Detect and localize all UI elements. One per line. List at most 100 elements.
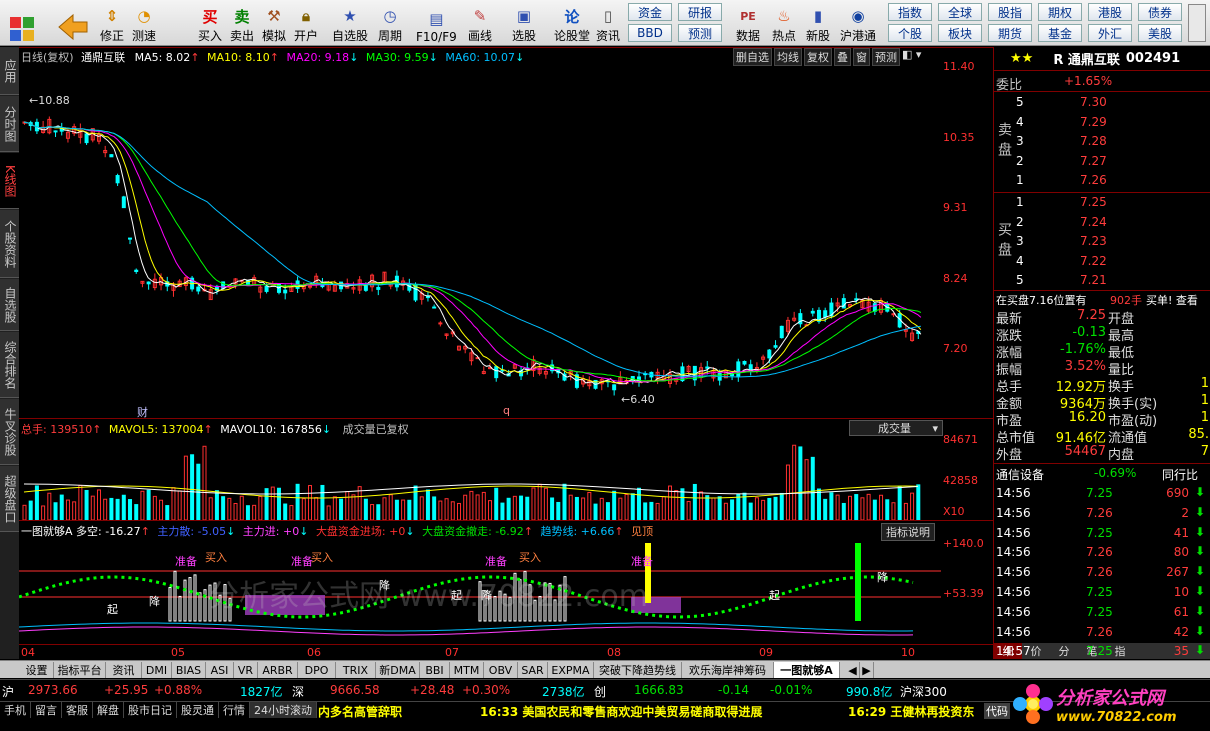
indicator-selector[interactable]: 成交量 ▾	[849, 420, 943, 436]
grid-btn-bond[interactable]: 债券	[1138, 3, 1182, 21]
toolbar-button-newstock[interactable]: ▮ 新股	[806, 2, 830, 44]
tab-ranking[interactable]: 综合排名	[0, 332, 19, 398]
indicator-tab[interactable]: BIAS	[172, 662, 206, 678]
grid-btn-bbd[interactable]: BBD	[628, 24, 672, 42]
grid-btn-fund[interactable]: 资金	[628, 3, 672, 21]
news-tab[interactable]: 客服	[62, 702, 93, 718]
toolbar-button-draw[interactable]: ✎ 画线	[468, 2, 492, 44]
toolbar-button-grid[interactable]	[8, 2, 36, 44]
bid-row[interactable]: 3 7.23	[994, 232, 1210, 252]
indicator-tab[interactable]: VR	[234, 662, 258, 678]
big-order-link[interactable]: 买单! 查看	[1146, 292, 1198, 308]
toolbar-button-simulate[interactable]: ⚒ 模拟	[262, 2, 286, 44]
toolbar-button-period[interactable]: ◷ 周期	[378, 2, 402, 44]
toolbar-button-forum[interactable]: 论 论股堂	[554, 2, 590, 44]
grid-btn-options[interactable]: 期权	[1038, 3, 1082, 21]
toolbar-button-open-account[interactable]: 🔒︎ 开户	[294, 2, 318, 44]
tab-intraday[interactable]: 分时图	[0, 96, 19, 152]
news-tab[interactable]: 股市日记	[124, 702, 177, 718]
indicator-tab[interactable]: BBI	[420, 662, 450, 678]
indicator-tab[interactable]: ARBR	[258, 662, 298, 678]
back-button[interactable]	[56, 2, 90, 44]
scroll-left-icon[interactable]: ◀	[846, 662, 860, 678]
grid-btn-sector[interactable]: 板块	[938, 24, 982, 42]
kline-panel[interactable]: 日线(复权) 通鼎互联 MA5: 8.02↑ MA10: 8.10↑ MA20:…	[19, 47, 993, 419]
news-tab[interactable]: 解盘	[93, 702, 124, 718]
indicator-tab[interactable]: MTM	[450, 662, 484, 678]
indicator-tab[interactable]: DMI	[142, 662, 172, 678]
ask-row[interactable]: 2 7.27	[994, 152, 1210, 172]
toolbar-button-speed[interactable]: ◔ 测速	[132, 2, 156, 44]
grid-btn-report[interactable]: 研报	[678, 3, 722, 21]
grid-btn-fundmkt[interactable]: 基金	[1038, 24, 1082, 42]
toolbar-scrollbar[interactable]	[1188, 4, 1206, 42]
toolbar-button-sell[interactable]: 卖 卖出	[230, 2, 254, 44]
industry-compare-button[interactable]: 同行比	[1162, 466, 1198, 483]
hs300-label[interactable]: 沪深300	[900, 683, 947, 700]
ask-row[interactable]: 1 7.26	[994, 171, 1210, 191]
bid-row[interactable]: 2 7.24	[994, 213, 1210, 233]
grid-btn-stock[interactable]: 个股	[888, 24, 932, 42]
sh-value[interactable]: 2973.66	[28, 683, 78, 697]
toolbar-button-screen[interactable]: ▣ 选股	[512, 2, 536, 44]
indicator-tab[interactable]: TRIX	[336, 662, 376, 678]
ask-row[interactable]: 4 7.29	[994, 113, 1210, 133]
news-tab[interactable]: 手机	[0, 702, 31, 718]
news-tab[interactable]: 行情	[219, 702, 250, 718]
news-item[interactable]: 内多名高管辞职	[318, 703, 402, 720]
grid-btn-forecast[interactable]: 预测	[678, 24, 722, 42]
indicator-panel[interactable]: 一图就够A 多空: -16.27↑ 主力散: -5.05↓ 主力进: +0↓ 大…	[19, 520, 993, 644]
toolbar-button-revise[interactable]: ⇕ 修正	[100, 2, 124, 44]
code-button[interactable]: 代码	[984, 703, 1010, 719]
news-item[interactable]: 16:33 美国农民和零售商欢迎中美贸易磋商取得进展	[480, 703, 762, 720]
tab-kline[interactable]: K线图	[0, 153, 19, 209]
toolbar-button-f10[interactable]: ▤ F10/F9	[416, 2, 457, 44]
ask-row[interactable]: 5 7.30	[994, 93, 1210, 113]
indicator-tab[interactable]: 一图就够A	[774, 662, 840, 678]
event-marker[interactable]: q	[503, 404, 510, 417]
toolbar-button-hkconnect[interactable]: ◉ 沪港通	[840, 2, 876, 44]
bid-row[interactable]: 5 7.21	[994, 271, 1210, 291]
grid-btn-stockindex[interactable]: 股指	[988, 3, 1032, 21]
indicator-tab[interactable]: 设置	[20, 662, 54, 678]
news-tab[interactable]: 股灵通	[177, 702, 219, 718]
grid-btn-index[interactable]: 指数	[888, 3, 932, 21]
industry-row[interactable]: 通信设备 -0.69% 同行比	[994, 463, 1210, 483]
tab-profile[interactable]: 个股资料	[0, 210, 19, 278]
grid-btn-global[interactable]: 全球	[938, 3, 982, 21]
scroll-right-icon[interactable]: ▶	[860, 662, 874, 678]
tab-watchlist[interactable]: 自选股	[0, 279, 19, 331]
indicator-tab[interactable]: 突破下降趋势线	[594, 662, 682, 678]
indicator-tab[interactable]: DPO	[298, 662, 336, 678]
indicator-tab[interactable]: 指标平台	[54, 662, 106, 678]
indicator-tab[interactable]: 资讯	[106, 662, 142, 678]
indicator-tab[interactable]: EXPMA	[548, 662, 594, 678]
news-item[interactable]: 16:29 王健林再投资东	[848, 703, 974, 720]
indicator-tab[interactable]: ASI	[206, 662, 234, 678]
tab-super-board[interactable]: 超级盘口	[0, 466, 19, 532]
toolbar-button-buy[interactable]: 买 买入	[198, 2, 222, 44]
tab-apps[interactable]: 应用	[0, 47, 19, 95]
toolbar-button-news[interactable]: ▯ 资讯	[596, 2, 620, 44]
news-tab[interactable]: 24小时滚动	[250, 702, 317, 718]
indicator-tab[interactable]: OBV	[484, 662, 518, 678]
big-order-row[interactable]: 在买盘7.16位置有 902手 买单! 查看	[994, 290, 1210, 308]
indicator-tab[interactable]: 欢乐海岸神筹码	[682, 662, 774, 678]
ask-row[interactable]: 3 7.28	[994, 132, 1210, 152]
toolbar-button-watchlist[interactable]: ★ 自选股	[332, 2, 368, 44]
news-tab[interactable]: 留言	[31, 702, 62, 718]
bid-row[interactable]: 1 7.25	[994, 193, 1210, 213]
indicator-tab[interactable]: 新DMA	[376, 662, 420, 678]
grid-btn-forex[interactable]: 外汇	[1088, 24, 1132, 42]
toolbar-button-hot[interactable]: ♨ 热点	[772, 2, 796, 44]
grid-btn-usstock[interactable]: 美股	[1138, 24, 1182, 42]
grid-btn-hkstock[interactable]: 港股	[1088, 3, 1132, 21]
toolbar-button-data[interactable]: PE 数据	[736, 2, 760, 44]
volume-panel[interactable]: 总手: 139510↑ MAVOL5: 137004↑ MAVOL10: 167…	[19, 418, 993, 520]
bid-row[interactable]: 4 7.22	[994, 252, 1210, 272]
tab-diagnosis[interactable]: 牛叉诊股	[0, 399, 19, 465]
sz-value[interactable]: 9666.58	[330, 683, 380, 697]
cy-value[interactable]: 1666.83	[634, 683, 684, 697]
indicator-tab[interactable]: SAR	[518, 662, 548, 678]
grid-btn-futures[interactable]: 期货	[988, 24, 1032, 42]
